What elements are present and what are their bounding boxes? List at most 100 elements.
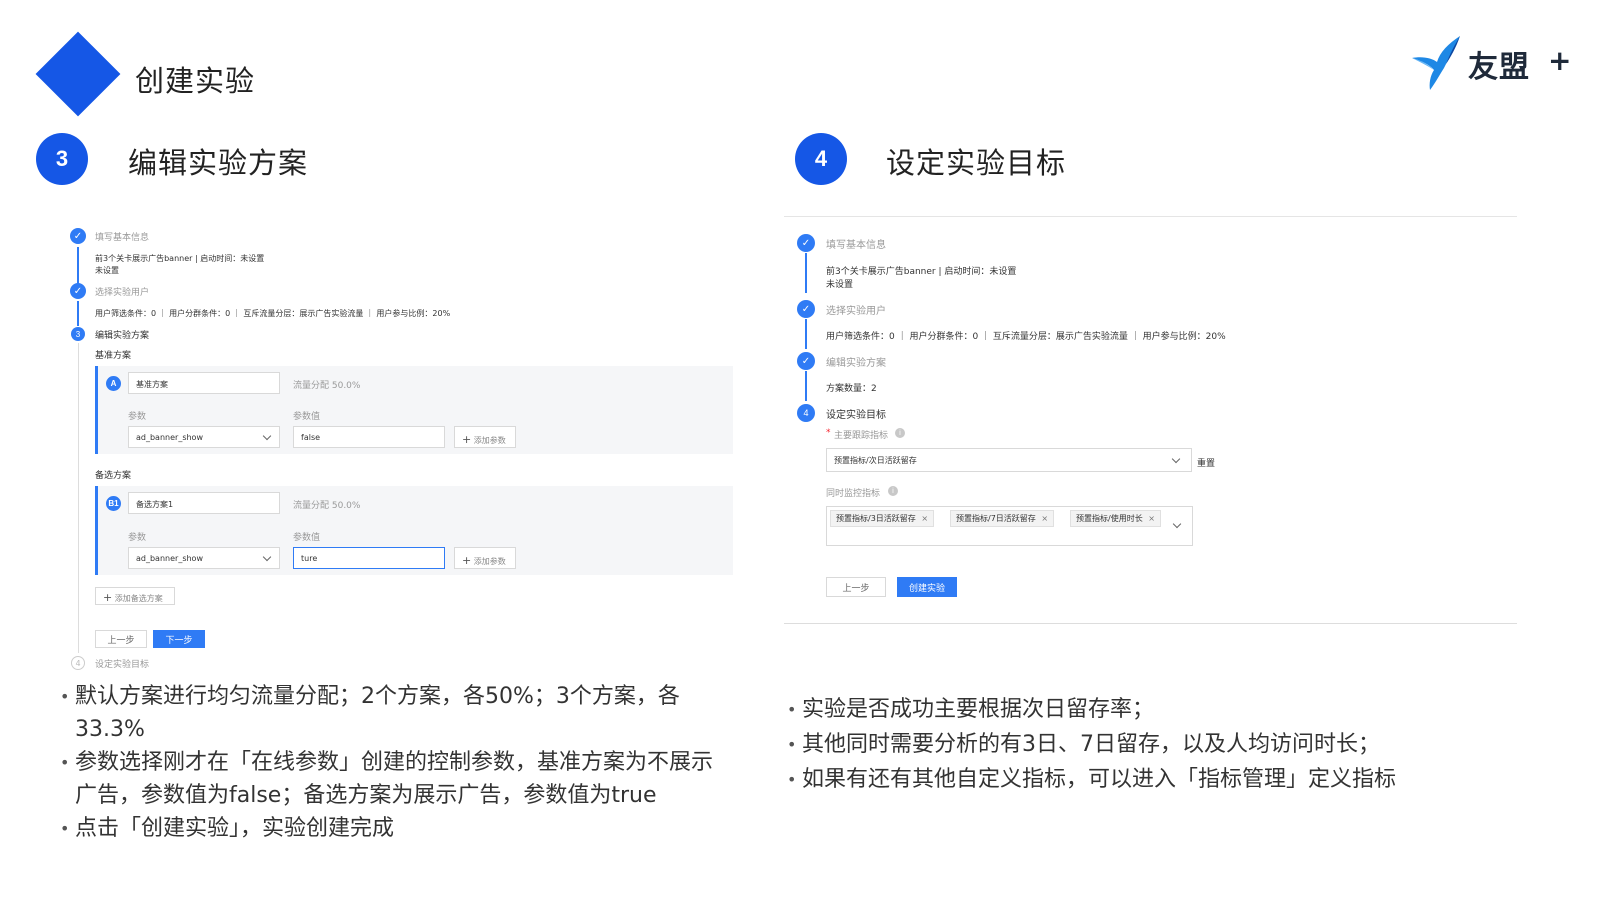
variant-b1-name-input[interactable]: 备选方案1 <box>128 492 280 514</box>
step3-detail: 方案数量：2 <box>826 384 877 394</box>
divider <box>784 216 1517 217</box>
step4-title: 设定实验目标 <box>95 660 150 670</box>
step1-detail-2: 未设置 <box>826 280 854 290</box>
step-connector <box>805 253 807 293</box>
plus-icon: + <box>462 554 472 567</box>
left-wizard-panel: ✓ 填写基本信息 前3个关卡展示广告banner | 启动时间：未设置 未设置 … <box>60 220 740 675</box>
bullet-item: 如果有还有其他自定义指标，可以进入「指标管理」定义指标 <box>787 762 1567 797</box>
chevron-down-icon <box>262 431 272 441</box>
logo-text: 友盟 <box>1468 50 1530 85</box>
left-step-title: 编辑实验方案 <box>128 146 309 180</box>
step3-number: 3 <box>71 327 85 341</box>
title-diamond-icon <box>35 31 121 117</box>
alt-label: 备选方案 <box>95 471 132 481</box>
logo-plus: + <box>1548 44 1572 77</box>
variant-a-value-input[interactable]: false <box>293 426 445 448</box>
monitor-tag-label: 预置指标/使用时长 <box>1076 514 1143 523</box>
monitor-tag-label: 预置指标/3日活跃留存 <box>836 514 916 523</box>
step4-number: 4 <box>71 656 85 670</box>
bullet-item: 默认方案进行均匀流量分配；2个方案，各50%；3个方案，各33.3% <box>60 680 720 746</box>
baseline-label: 基准方案 <box>95 351 132 361</box>
step-connector <box>805 319 807 349</box>
add-param-label: 添加参数 <box>473 436 506 445</box>
step1-detail: 前3个关卡展示广告banner | 启动时间：未设置 <box>95 254 265 263</box>
variant-b1-value-label: 参数值 <box>293 533 321 543</box>
chevron-down-icon <box>262 552 272 562</box>
variant-b1-param-select[interactable]: ad_banner_show <box>128 547 280 569</box>
primary-metric-value: 预置指标/次日活跃留存 <box>834 456 917 465</box>
step3-title: 编辑实验方案 <box>826 358 886 369</box>
variant-a-traffic: 流量分配 50.0% <box>293 381 361 391</box>
step1-detail-2: 未设置 <box>95 266 119 275</box>
primary-metric-label: 主要跟踪指标 <box>834 431 889 441</box>
divider <box>784 623 1517 624</box>
step-connector <box>78 343 79 653</box>
step4-title: 设定实验目标 <box>826 410 886 421</box>
right-step-number: 4 <box>795 133 847 185</box>
monitor-metrics-select[interactable]: 预置指标/3日活跃留存 × 预置指标/7日活跃留存 × 预置指标/使用时长 × <box>826 506 1193 546</box>
primary-metric-select[interactable]: 预置指标/次日活跃留存 <box>826 448 1192 472</box>
reset-link[interactable]: 重置 <box>1197 456 1215 469</box>
variant-a-param-label: 参数 <box>128 412 147 422</box>
variant-b1-card: B1 备选方案1 流量分配 50.0% 参数 参数值 ad_banner_sho… <box>95 486 733 575</box>
step1-title: 填写基本信息 <box>95 233 150 243</box>
left-step-number: 3 <box>36 133 88 185</box>
umeng-logo: 友盟 + <box>1410 34 1580 94</box>
add-alt-label: 添加备选方案 <box>114 594 163 603</box>
step-complete-check-icon: ✓ <box>797 352 815 370</box>
variant-a-value-label: 参数值 <box>293 412 321 422</box>
monitor-tag-label: 预置指标/7日活跃留存 <box>956 514 1036 523</box>
info-icon[interactable]: i <box>895 428 905 438</box>
step4-number: 4 <box>797 404 815 422</box>
variant-b1-value-input[interactable]: ture <box>293 547 445 569</box>
slide-title: 创建实验 <box>135 64 256 98</box>
step3-title: 编辑实验方案 <box>95 331 150 341</box>
step2-detail: 用户筛选条件：0 ｜ 用户分群条件：0 ｜ 互斥流量分层：展示广告实验流量 ｜ … <box>95 309 451 318</box>
right-bullet-list: 实验是否成功主要根据次日留存率； 其他同时需要分析的有3日、7日留存，以及人均访… <box>787 692 1567 797</box>
bullet-item: 实验是否成功主要根据次日留存率； <box>787 692 1567 727</box>
bullet-item: 参数选择刚才在「在线参数」创建的控制参数，基准方案为不展示广告，参数值为fals… <box>60 746 720 812</box>
step-complete-check-icon: ✓ <box>797 234 815 252</box>
close-icon[interactable]: × <box>921 514 928 523</box>
variant-a-name-input[interactable]: 基准方案 <box>128 372 280 394</box>
step-connector <box>77 247 79 287</box>
required-asterisk: * <box>826 428 831 438</box>
variant-a-card: A 基准方案 流量分配 50.0% 参数 参数值 ad_banner_show … <box>95 366 733 454</box>
monitor-metrics-label: 同时监控指标 <box>826 489 881 499</box>
variant-a-param-select[interactable]: ad_banner_show <box>128 426 280 448</box>
variant-a-add-param-button[interactable]: + 添加参数 <box>454 426 516 448</box>
step-connector <box>805 371 807 401</box>
step2-title: 选择实验用户 <box>95 288 150 298</box>
prev-step-button[interactable]: 上一步 <box>95 630 147 648</box>
plus-icon: + <box>103 591 113 604</box>
step2-title: 选择实验用户 <box>826 306 886 317</box>
step-connector <box>77 301 79 326</box>
variant-a-param-value: ad_banner_show <box>136 433 203 442</box>
step2-detail: 用户筛选条件：0 ｜ 用户分群条件：0 ｜ 互斥流量分层：展示广告实验流量 ｜ … <box>826 332 1226 342</box>
info-icon[interactable]: i <box>888 486 898 496</box>
add-param-label: 添加参数 <box>473 557 506 566</box>
plus-icon: + <box>462 433 472 446</box>
variant-a-badge: A <box>106 376 121 391</box>
variant-b1-add-param-button[interactable]: + 添加参数 <box>454 547 516 569</box>
variant-b1-badge: B1 <box>106 496 121 511</box>
variant-b1-param-value: ad_banner_show <box>136 554 203 563</box>
add-alt-variant-button[interactable]: + 添加备选方案 <box>95 587 175 605</box>
monitor-tag: 预置指标/7日活跃留存 × <box>950 510 1055 527</box>
right-wizard-panel: ✓ 填写基本信息 前3个关卡展示广告banner | 启动时间：未设置 未设置 … <box>795 225 1515 620</box>
close-icon[interactable]: × <box>1148 514 1155 523</box>
close-icon[interactable]: × <box>1041 514 1048 523</box>
create-experiment-button[interactable]: 创建实验 <box>897 577 957 597</box>
variant-b1-param-label: 参数 <box>128 533 147 543</box>
step1-detail: 前3个关卡展示广告banner | 启动时间：未设置 <box>826 267 1017 277</box>
variant-b1-traffic: 流量分配 50.0% <box>293 501 361 511</box>
left-bullet-list: 默认方案进行均匀流量分配；2个方案，各50%；3个方案，各33.3% 参数选择刚… <box>60 680 720 845</box>
right-step-title: 设定实验目标 <box>886 146 1067 180</box>
step-complete-check-icon: ✓ <box>70 283 86 299</box>
step-complete-check-icon: ✓ <box>70 228 86 244</box>
bullet-item: 其他同时需要分析的有3日、7日留存，以及人均访问时长； <box>787 727 1567 762</box>
next-step-button[interactable]: 下一步 <box>153 630 205 648</box>
step-complete-check-icon: ✓ <box>797 300 815 318</box>
prev-step-button[interactable]: 上一步 <box>826 577 886 597</box>
bullet-item: 点击「创建实验」，实验创建完成 <box>60 812 720 845</box>
